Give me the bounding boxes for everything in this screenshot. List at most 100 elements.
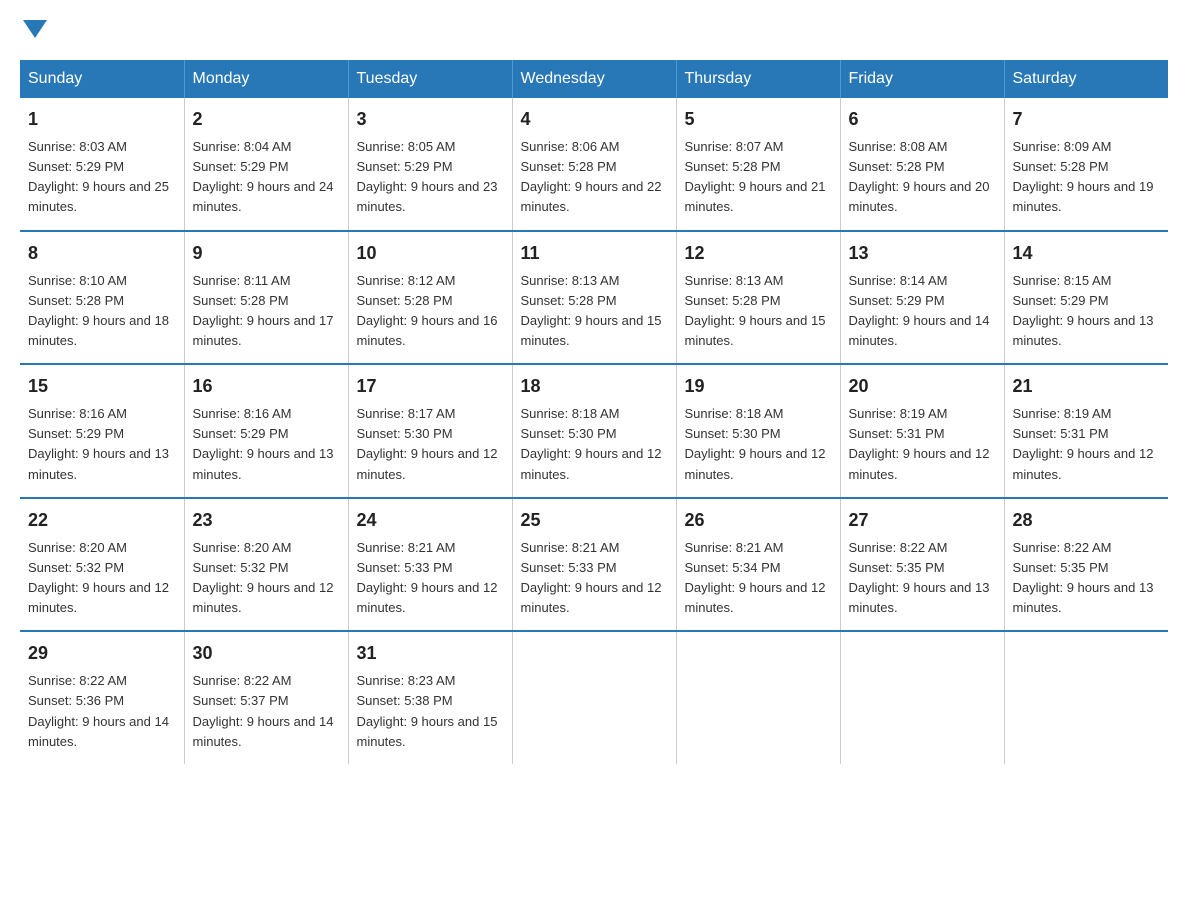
day-number: 29 <box>28 640 176 667</box>
calendar-week-row: 15 Sunrise: 8:16 AMSunset: 5:29 PMDayligh… <box>20 364 1168 498</box>
calendar-day-cell: 2 Sunrise: 8:04 AMSunset: 5:29 PMDaylight… <box>184 98 348 231</box>
day-number: 5 <box>685 106 832 133</box>
day-info: Sunrise: 8:07 AMSunset: 5:28 PMDaylight:… <box>685 137 832 218</box>
day-number: 22 <box>28 507 176 534</box>
day-info: Sunrise: 8:04 AMSunset: 5:29 PMDaylight:… <box>193 137 340 218</box>
calendar-day-cell: 26 Sunrise: 8:21 AMSunset: 5:34 PMDayligh… <box>676 498 840 632</box>
calendar-day-header: Wednesday <box>512 60 676 98</box>
calendar-day-cell: 25 Sunrise: 8:21 AMSunset: 5:33 PMDayligh… <box>512 498 676 632</box>
logo <box>20 20 47 40</box>
day-info: Sunrise: 8:20 AMSunset: 5:32 PMDaylight:… <box>28 538 176 619</box>
calendar-day-cell: 23 Sunrise: 8:20 AMSunset: 5:32 PMDayligh… <box>184 498 348 632</box>
day-number: 10 <box>357 240 504 267</box>
day-info: Sunrise: 8:22 AMSunset: 5:35 PMDaylight:… <box>1013 538 1161 619</box>
calendar-day-header: Tuesday <box>348 60 512 98</box>
calendar-day-cell: 1 Sunrise: 8:03 AMSunset: 5:29 PMDaylight… <box>20 98 184 231</box>
calendar-day-cell <box>1004 631 1168 764</box>
calendar-day-cell: 3 Sunrise: 8:05 AMSunset: 5:29 PMDaylight… <box>348 98 512 231</box>
day-info: Sunrise: 8:23 AMSunset: 5:38 PMDaylight:… <box>357 671 504 752</box>
calendar-day-cell: 24 Sunrise: 8:21 AMSunset: 5:33 PMDayligh… <box>348 498 512 632</box>
day-info: Sunrise: 8:20 AMSunset: 5:32 PMDaylight:… <box>193 538 340 619</box>
calendar-day-cell: 12 Sunrise: 8:13 AMSunset: 5:28 PMDayligh… <box>676 231 840 365</box>
calendar-day-cell: 10 Sunrise: 8:12 AMSunset: 5:28 PMDayligh… <box>348 231 512 365</box>
calendar-day-header: Sunday <box>20 60 184 98</box>
day-number: 15 <box>28 373 176 400</box>
calendar-day-cell: 8 Sunrise: 8:10 AMSunset: 5:28 PMDaylight… <box>20 231 184 365</box>
day-number: 18 <box>521 373 668 400</box>
day-number: 25 <box>521 507 668 534</box>
calendar-day-cell: 9Sunrise: 8:11 AMSunset: 5:28 PMDaylight… <box>184 231 348 365</box>
day-number: 14 <box>1013 240 1161 267</box>
day-number: 4 <box>521 106 668 133</box>
day-info: Sunrise: 8:22 AMSunset: 5:37 PMDaylight:… <box>193 671 340 752</box>
day-info: Sunrise: 8:03 AMSunset: 5:29 PMDaylight:… <box>28 137 176 218</box>
calendar-day-cell: 17 Sunrise: 8:17 AMSunset: 5:30 PMDayligh… <box>348 364 512 498</box>
calendar-day-header: Friday <box>840 60 1004 98</box>
day-number: 16 <box>193 373 340 400</box>
calendar-day-cell: 22 Sunrise: 8:20 AMSunset: 5:32 PMDayligh… <box>20 498 184 632</box>
page-header <box>20 20 1168 40</box>
day-number: 8 <box>28 240 176 267</box>
day-info: Sunrise: 8:16 AMSunset: 5:29 PMDaylight:… <box>28 404 176 485</box>
day-number: 27 <box>849 507 996 534</box>
calendar-day-cell: 6Sunrise: 8:08 AMSunset: 5:28 PMDaylight… <box>840 98 1004 231</box>
calendar-day-cell <box>512 631 676 764</box>
calendar-day-cell: 28 Sunrise: 8:22 AMSunset: 5:35 PMDayligh… <box>1004 498 1168 632</box>
calendar-day-header: Thursday <box>676 60 840 98</box>
calendar-day-cell: 11Sunrise: 8:13 AMSunset: 5:28 PMDayligh… <box>512 231 676 365</box>
day-info: Sunrise: 8:05 AMSunset: 5:29 PMDaylight:… <box>357 137 504 218</box>
day-number: 19 <box>685 373 832 400</box>
day-number: 13 <box>849 240 996 267</box>
day-number: 12 <box>685 240 832 267</box>
calendar-day-cell: 21Sunrise: 8:19 AMSunset: 5:31 PMDayligh… <box>1004 364 1168 498</box>
calendar-day-cell <box>840 631 1004 764</box>
day-info: Sunrise: 8:21 AMSunset: 5:33 PMDaylight:… <box>357 538 504 619</box>
day-number: 9 <box>193 240 340 267</box>
day-number: 2 <box>193 106 340 133</box>
day-info: Sunrise: 8:09 AMSunset: 5:28 PMDaylight:… <box>1013 137 1161 218</box>
day-info: Sunrise: 8:13 AMSunset: 5:28 PMDaylight:… <box>521 271 668 352</box>
day-info: Sunrise: 8:22 AMSunset: 5:35 PMDaylight:… <box>849 538 996 619</box>
day-info: Sunrise: 8:15 AMSunset: 5:29 PMDaylight:… <box>1013 271 1161 352</box>
day-number: 21 <box>1013 373 1161 400</box>
day-info: Sunrise: 8:06 AMSunset: 5:28 PMDaylight:… <box>521 137 668 218</box>
day-info: Sunrise: 8:17 AMSunset: 5:30 PMDaylight:… <box>357 404 504 485</box>
day-info: Sunrise: 8:12 AMSunset: 5:28 PMDaylight:… <box>357 271 504 352</box>
calendar-day-header: Saturday <box>1004 60 1168 98</box>
calendar-day-cell: 7 Sunrise: 8:09 AMSunset: 5:28 PMDaylight… <box>1004 98 1168 231</box>
day-number: 17 <box>357 373 504 400</box>
calendar-day-header: Monday <box>184 60 348 98</box>
day-number: 7 <box>1013 106 1161 133</box>
day-number: 1 <box>28 106 176 133</box>
day-info: Sunrise: 8:18 AMSunset: 5:30 PMDaylight:… <box>521 404 668 485</box>
calendar-day-cell: 4 Sunrise: 8:06 AMSunset: 5:28 PMDaylight… <box>512 98 676 231</box>
day-info: Sunrise: 8:21 AMSunset: 5:34 PMDaylight:… <box>685 538 832 619</box>
calendar-day-cell: 5 Sunrise: 8:07 AMSunset: 5:28 PMDaylight… <box>676 98 840 231</box>
day-info: Sunrise: 8:08 AMSunset: 5:28 PMDaylight:… <box>849 137 996 218</box>
day-info: Sunrise: 8:19 AMSunset: 5:31 PMDaylight:… <box>849 404 996 485</box>
day-number: 28 <box>1013 507 1161 534</box>
calendar-header-row: SundayMondayTuesdayWednesdayThursdayFrid… <box>20 60 1168 98</box>
calendar-day-cell: 15 Sunrise: 8:16 AMSunset: 5:29 PMDayligh… <box>20 364 184 498</box>
day-number: 24 <box>357 507 504 534</box>
calendar-table: SundayMondayTuesdayWednesdayThursdayFrid… <box>20 60 1168 764</box>
day-number: 23 <box>193 507 340 534</box>
day-info: Sunrise: 8:18 AMSunset: 5:30 PMDaylight:… <box>685 404 832 485</box>
calendar-week-row: 29 Sunrise: 8:22 AMSunset: 5:36 PMDayligh… <box>20 631 1168 764</box>
calendar-day-cell: 16Sunrise: 8:16 AMSunset: 5:29 PMDayligh… <box>184 364 348 498</box>
day-number: 31 <box>357 640 504 667</box>
calendar-day-cell: 27 Sunrise: 8:22 AMSunset: 5:35 PMDayligh… <box>840 498 1004 632</box>
day-info: Sunrise: 8:21 AMSunset: 5:33 PMDaylight:… <box>521 538 668 619</box>
calendar-day-cell: 13 Sunrise: 8:14 AMSunset: 5:29 PMDayligh… <box>840 231 1004 365</box>
day-number: 26 <box>685 507 832 534</box>
day-info: Sunrise: 8:22 AMSunset: 5:36 PMDaylight:… <box>28 671 176 752</box>
calendar-day-cell: 30 Sunrise: 8:22 AMSunset: 5:37 PMDayligh… <box>184 631 348 764</box>
day-number: 20 <box>849 373 996 400</box>
day-number: 3 <box>357 106 504 133</box>
day-info: Sunrise: 8:10 AMSunset: 5:28 PMDaylight:… <box>28 271 176 352</box>
calendar-day-cell: 18 Sunrise: 8:18 AMSunset: 5:30 PMDayligh… <box>512 364 676 498</box>
day-number: 30 <box>193 640 340 667</box>
day-info: Sunrise: 8:14 AMSunset: 5:29 PMDaylight:… <box>849 271 996 352</box>
day-info: Sunrise: 8:13 AMSunset: 5:28 PMDaylight:… <box>685 271 832 352</box>
calendar-day-cell: 19 Sunrise: 8:18 AMSunset: 5:30 PMDayligh… <box>676 364 840 498</box>
